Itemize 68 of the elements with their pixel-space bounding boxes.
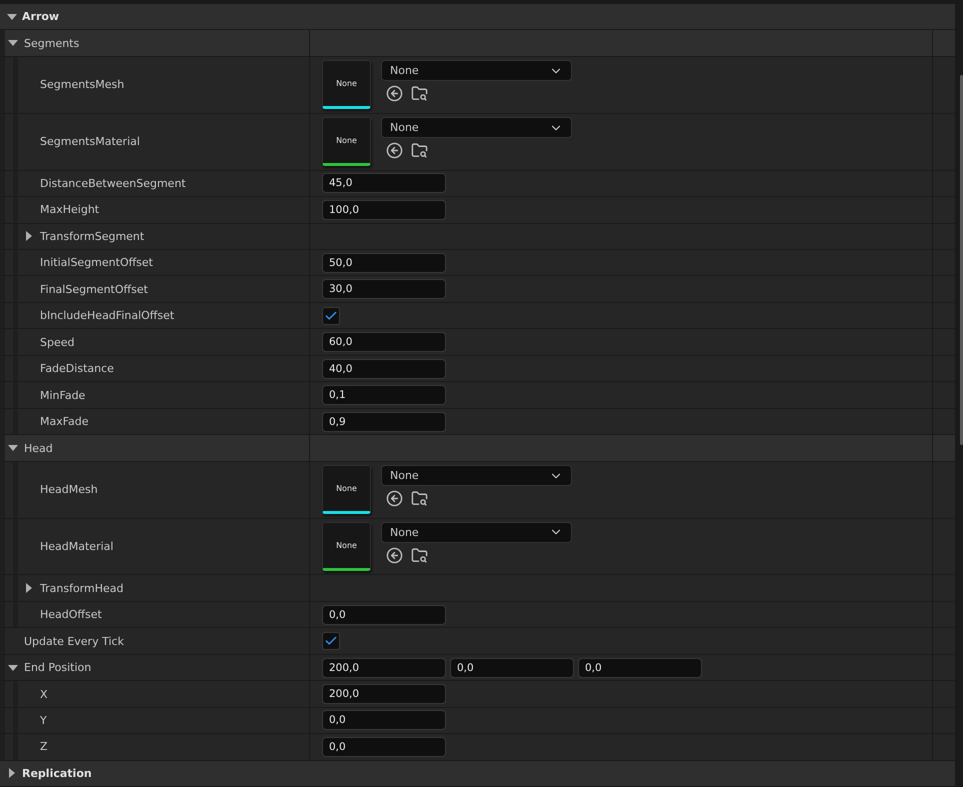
property-name: Update Every Tick (24, 634, 124, 648)
collapse-triangle-icon[interactable] (8, 443, 18, 454)
number-field[interactable]: 60,0 (322, 332, 446, 352)
number-field[interactable]: 0,1 (322, 385, 446, 406)
property-name: End Position (24, 661, 92, 674)
number-field[interactable]: 30,0 (322, 279, 446, 300)
collapse-triangle-icon[interactable] (7, 12, 17, 22)
category-header[interactable]: Replication (0, 760, 955, 787)
number-field[interactable]: 0,0 (322, 604, 446, 625)
asset-dropdown[interactable]: None (381, 117, 572, 138)
property-name: Speed (40, 336, 74, 349)
property-name: bIncludeHeadFinalOffset (40, 309, 174, 322)
number-field[interactable]: 200,0 (322, 658, 446, 678)
property-name: X (40, 688, 48, 701)
property-name: TransformSegment (40, 230, 144, 243)
property-name: MaxHeight (40, 203, 100, 216)
category-title: Arrow (22, 10, 60, 24)
property-name: Head (24, 442, 53, 455)
folder-search-icon[interactable] (411, 85, 428, 102)
collapse-triangle-icon[interactable] (8, 38, 18, 48)
number-field[interactable]: 0,9 (322, 412, 446, 432)
number-field[interactable]: 0,0 (322, 736, 446, 757)
property-name: MaxFade (40, 415, 89, 428)
property-name: SegmentsMesh (40, 78, 124, 92)
expand-triangle-icon[interactable] (7, 768, 17, 778)
asset-thumbnail[interactable]: None (322, 117, 371, 166)
property-name: Z (40, 740, 48, 754)
property-name: HeadMesh (40, 483, 98, 496)
checkbox[interactable] (322, 306, 340, 325)
asset-dropdown[interactable]: None (381, 522, 572, 543)
number-field[interactable]: 50,0 (322, 252, 446, 273)
category-header[interactable]: Arrow (0, 4, 955, 30)
asset-thumbnail[interactable]: None (322, 522, 371, 571)
property-name: FadeDistance (40, 362, 114, 376)
number-field[interactable]: 0,0 (578, 658, 702, 678)
folder-search-icon[interactable] (411, 490, 428, 508)
collapse-triangle-icon[interactable] (8, 662, 18, 673)
folder-search-icon[interactable] (411, 546, 428, 564)
property-name: HeadMaterial (40, 540, 114, 553)
property-name: HeadOffset (40, 608, 102, 622)
arrow-left-circle-icon[interactable] (386, 85, 403, 102)
number-field[interactable]: 40,0 (322, 358, 446, 379)
scrollbar[interactable] (960, 75, 963, 445)
property-name: MinFade (40, 388, 86, 402)
number-field[interactable]: 0,0 (450, 658, 574, 678)
arrow-left-circle-icon[interactable] (386, 142, 403, 160)
arrow-left-circle-icon[interactable] (386, 546, 403, 564)
expand-triangle-icon[interactable] (24, 231, 34, 242)
asset-dropdown[interactable]: None (381, 465, 572, 486)
property-name: Segments (24, 36, 80, 50)
category-title: Replication (22, 766, 92, 780)
expand-triangle-icon[interactable] (24, 583, 34, 594)
asset-thumbnail[interactable]: None (322, 465, 371, 514)
number-field[interactable]: 0,0 (322, 710, 446, 730)
property-name: InitialSegmentOffset (40, 256, 153, 270)
property-name: SegmentsMaterial (40, 135, 140, 148)
property-name: TransformHead (40, 582, 124, 595)
folder-search-icon[interactable] (411, 142, 428, 160)
asset-dropdown[interactable]: None (381, 60, 572, 82)
number-field[interactable]: 100,0 (322, 200, 446, 220)
checkbox[interactable] (322, 632, 340, 650)
property-name: FinalSegmentOffset (40, 282, 148, 296)
property-name: Y (40, 714, 47, 727)
property-name: DistanceBetweenSegment (40, 176, 186, 190)
arrow-left-circle-icon[interactable] (386, 490, 403, 508)
number-field[interactable]: 45,0 (322, 173, 446, 194)
number-field[interactable]: 200,0 (322, 684, 446, 704)
asset-thumbnail[interactable]: None (322, 60, 371, 110)
